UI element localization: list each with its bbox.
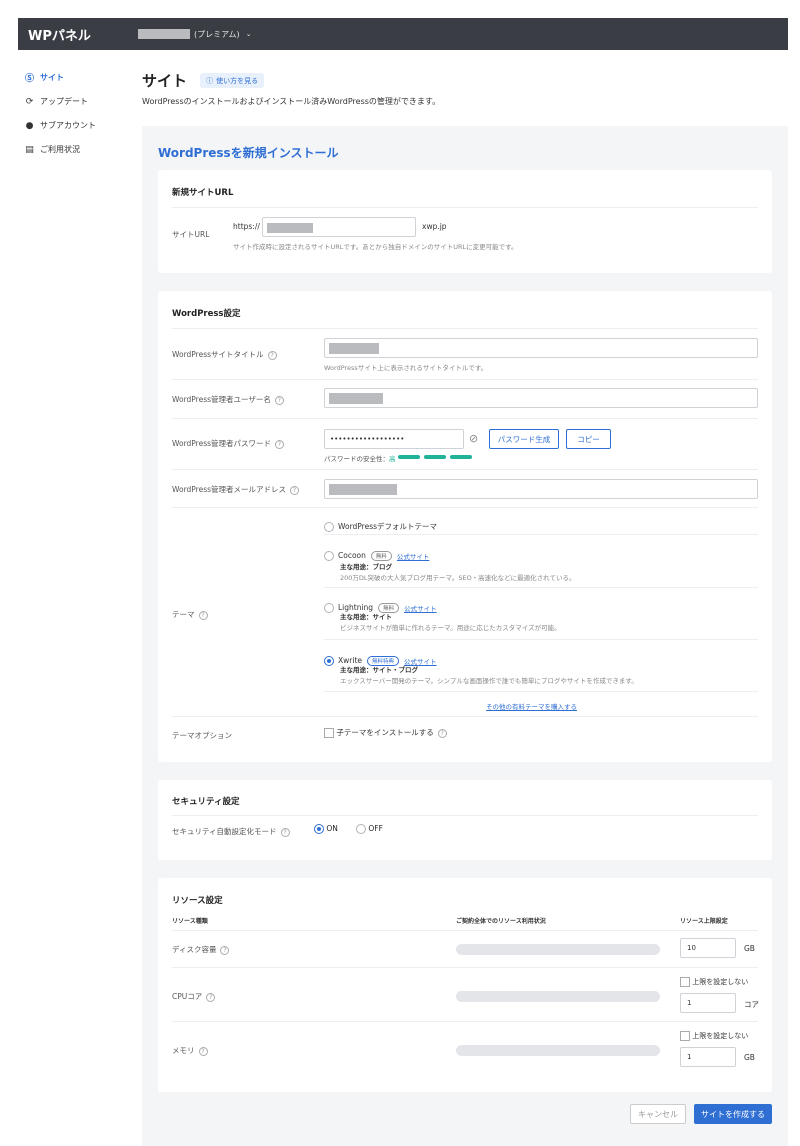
cpu-usage-bar (456, 991, 660, 1002)
wordpress-icon: Ⓢ (24, 74, 34, 84)
url-hint: サイト作成時に設定されるサイトURLです。あとから独自ドメインのサイトURLに変… (233, 243, 518, 251)
col-limit: リソース上限設定 (680, 918, 728, 925)
wp-settings-card: WordPress設定 WordPressサイトタイトル? WordPressサ… (158, 291, 772, 762)
resource-title: リソース設定 (172, 896, 223, 906)
howto-button[interactable]: ⓘ 使い方を見る (200, 73, 265, 88)
admin-pass-input[interactable]: •••••••••••••••••• (324, 429, 464, 449)
admin-user-input[interactable] (324, 388, 758, 408)
create-site-button[interactable]: サイトを作成する (694, 1104, 772, 1124)
cpu-nolimit-checkbox[interactable]: 上限を設定しない (680, 977, 748, 987)
cancel-button[interactable]: キャンセル (630, 1104, 686, 1124)
help-icon[interactable]: ? (198, 1046, 208, 1056)
lightning-official-link[interactable]: 公式サイト (404, 605, 437, 613)
site-url-label: サイトURL (172, 230, 210, 239)
help-icon[interactable]: ? (220, 945, 230, 955)
memory-label: メモリ? (172, 1045, 208, 1056)
disk-usage-bar (456, 944, 660, 955)
sidebar: Ⓢ サイト ⟳ アップデート ● サブアカウント ▤ ご利用状況 (24, 72, 124, 168)
page-title: サイト (142, 72, 188, 90)
theme-option-label: テーマオプション (172, 731, 232, 740)
disk-label: ディスク容量? (172, 944, 230, 955)
url-prefix: https:// (233, 222, 260, 231)
disk-limit-input[interactable]: 10 (680, 938, 736, 958)
theme-option-default[interactable]: WordPressデフォルトテーマ (324, 516, 437, 535)
cocoon-official-link[interactable]: 公式サイト (397, 553, 430, 561)
top-bar: WPパネル (プレミアム) ⌄ (18, 18, 788, 50)
user-icon: ● (25, 120, 34, 131)
sidebar-item-sites[interactable]: Ⓢ サイト (24, 72, 124, 84)
sidebar-item-update[interactable]: ⟳ アップデート (24, 96, 124, 107)
page-header: サイト ⓘ 使い方を見る (142, 70, 265, 91)
col-type: リソース種類 (172, 918, 208, 925)
memory-usage-bar (456, 1045, 660, 1056)
site-title-hint: WordPressサイト上に表示されるサイトタイトルです。 (324, 364, 488, 372)
account-switcher[interactable]: (プレミアム) ⌄ (138, 29, 252, 40)
strength-bar-1 (398, 455, 420, 459)
security-mode-label: セキュリティ自動設定化モード? (172, 826, 290, 837)
form-title: WordPressを新規インストール (158, 146, 339, 160)
mem-limit-input[interactable]: 1 (680, 1047, 736, 1067)
security-on[interactable]: ON (314, 824, 338, 834)
security-card: セキュリティ設定 セキュリティ自動設定化モード? ON OFF (158, 780, 772, 860)
help-icon: ⓘ (206, 76, 214, 85)
subdomain-input[interactable] (262, 217, 416, 237)
strength-bar-3 (450, 455, 472, 459)
copy-password-button[interactable]: コピー (566, 429, 611, 449)
theme-label: テーマ? (172, 609, 208, 620)
help-icon[interactable]: ? (206, 992, 216, 1002)
sidebar-item-subaccount[interactable]: ● サブアカウント (24, 120, 124, 131)
usage-chart-icon: ▤ (25, 144, 34, 155)
app-logo: WPパネル (28, 28, 91, 44)
more-themes-link[interactable]: その他の有料テーマを購入する (486, 701, 577, 711)
resource-card: リソース設定 リソース種類 ご契約全体でのリソース利用状況 リソース上限設定 デ… (158, 878, 772, 1092)
radio-default[interactable] (324, 521, 334, 532)
page-lead: WordPressのインストールおよびインストール済みWordPressの管理が… (142, 97, 441, 106)
sidebar-item-usage[interactable]: ▤ ご利用状況 (24, 144, 124, 155)
help-icon[interactable]: ? (290, 485, 300, 495)
site-title-label: WordPressサイトタイトル? (172, 349, 277, 360)
help-icon[interactable]: ? (275, 439, 285, 449)
col-usage: ご契約全体でのリソース利用状況 (456, 918, 546, 925)
security-title: セキュリティ設定 (172, 797, 240, 807)
help-icon[interactable]: ? (267, 350, 277, 360)
refresh-icon: ⟳ (25, 96, 34, 107)
url-card: 新規サイトURL サイトURL https:// xwp.jp サイト作成時に設… (158, 170, 772, 273)
admin-email-input[interactable] (324, 479, 758, 499)
admin-user-label: WordPress管理者ユーザー名? (172, 394, 284, 405)
password-strength: パスワードの安全性：高 (324, 455, 396, 463)
install-form: WordPressを新規インストール 新規サイトURL サイトURL https… (142, 126, 788, 1146)
url-section-title: 新規サイトURL (172, 188, 234, 198)
masked-account-name (138, 29, 190, 39)
help-icon[interactable]: ? (280, 827, 290, 837)
help-icon[interactable]: ? (198, 610, 208, 620)
admin-pass-label: WordPress管理者パスワード? (172, 438, 285, 449)
cpu-label: CPUコア? (172, 991, 216, 1002)
security-off[interactable]: OFF (356, 824, 383, 834)
child-theme-checkbox[interactable]: 子テーマをインストールする? (324, 727, 447, 738)
url-suffix: xwp.jp (422, 222, 447, 231)
strength-bar-2 (424, 455, 446, 459)
wp-settings-title: WordPress設定 (172, 309, 241, 319)
plan-label: (プレミアム) (194, 29, 240, 39)
help-icon[interactable]: ? (437, 728, 447, 738)
cpu-limit-input[interactable]: 1 (680, 993, 736, 1013)
site-title-input[interactable] (324, 338, 758, 358)
mem-nolimit-checkbox[interactable]: 上限を設定しない (680, 1031, 748, 1041)
help-icon[interactable]: ? (274, 395, 284, 405)
admin-email-label: WordPress管理者メールアドレス? (172, 484, 300, 495)
generate-password-button[interactable]: パスワード生成 (489, 429, 559, 449)
eye-slash-icon[interactable]: ⊘ (469, 432, 478, 445)
chevron-down-icon: ⌄ (245, 30, 252, 38)
